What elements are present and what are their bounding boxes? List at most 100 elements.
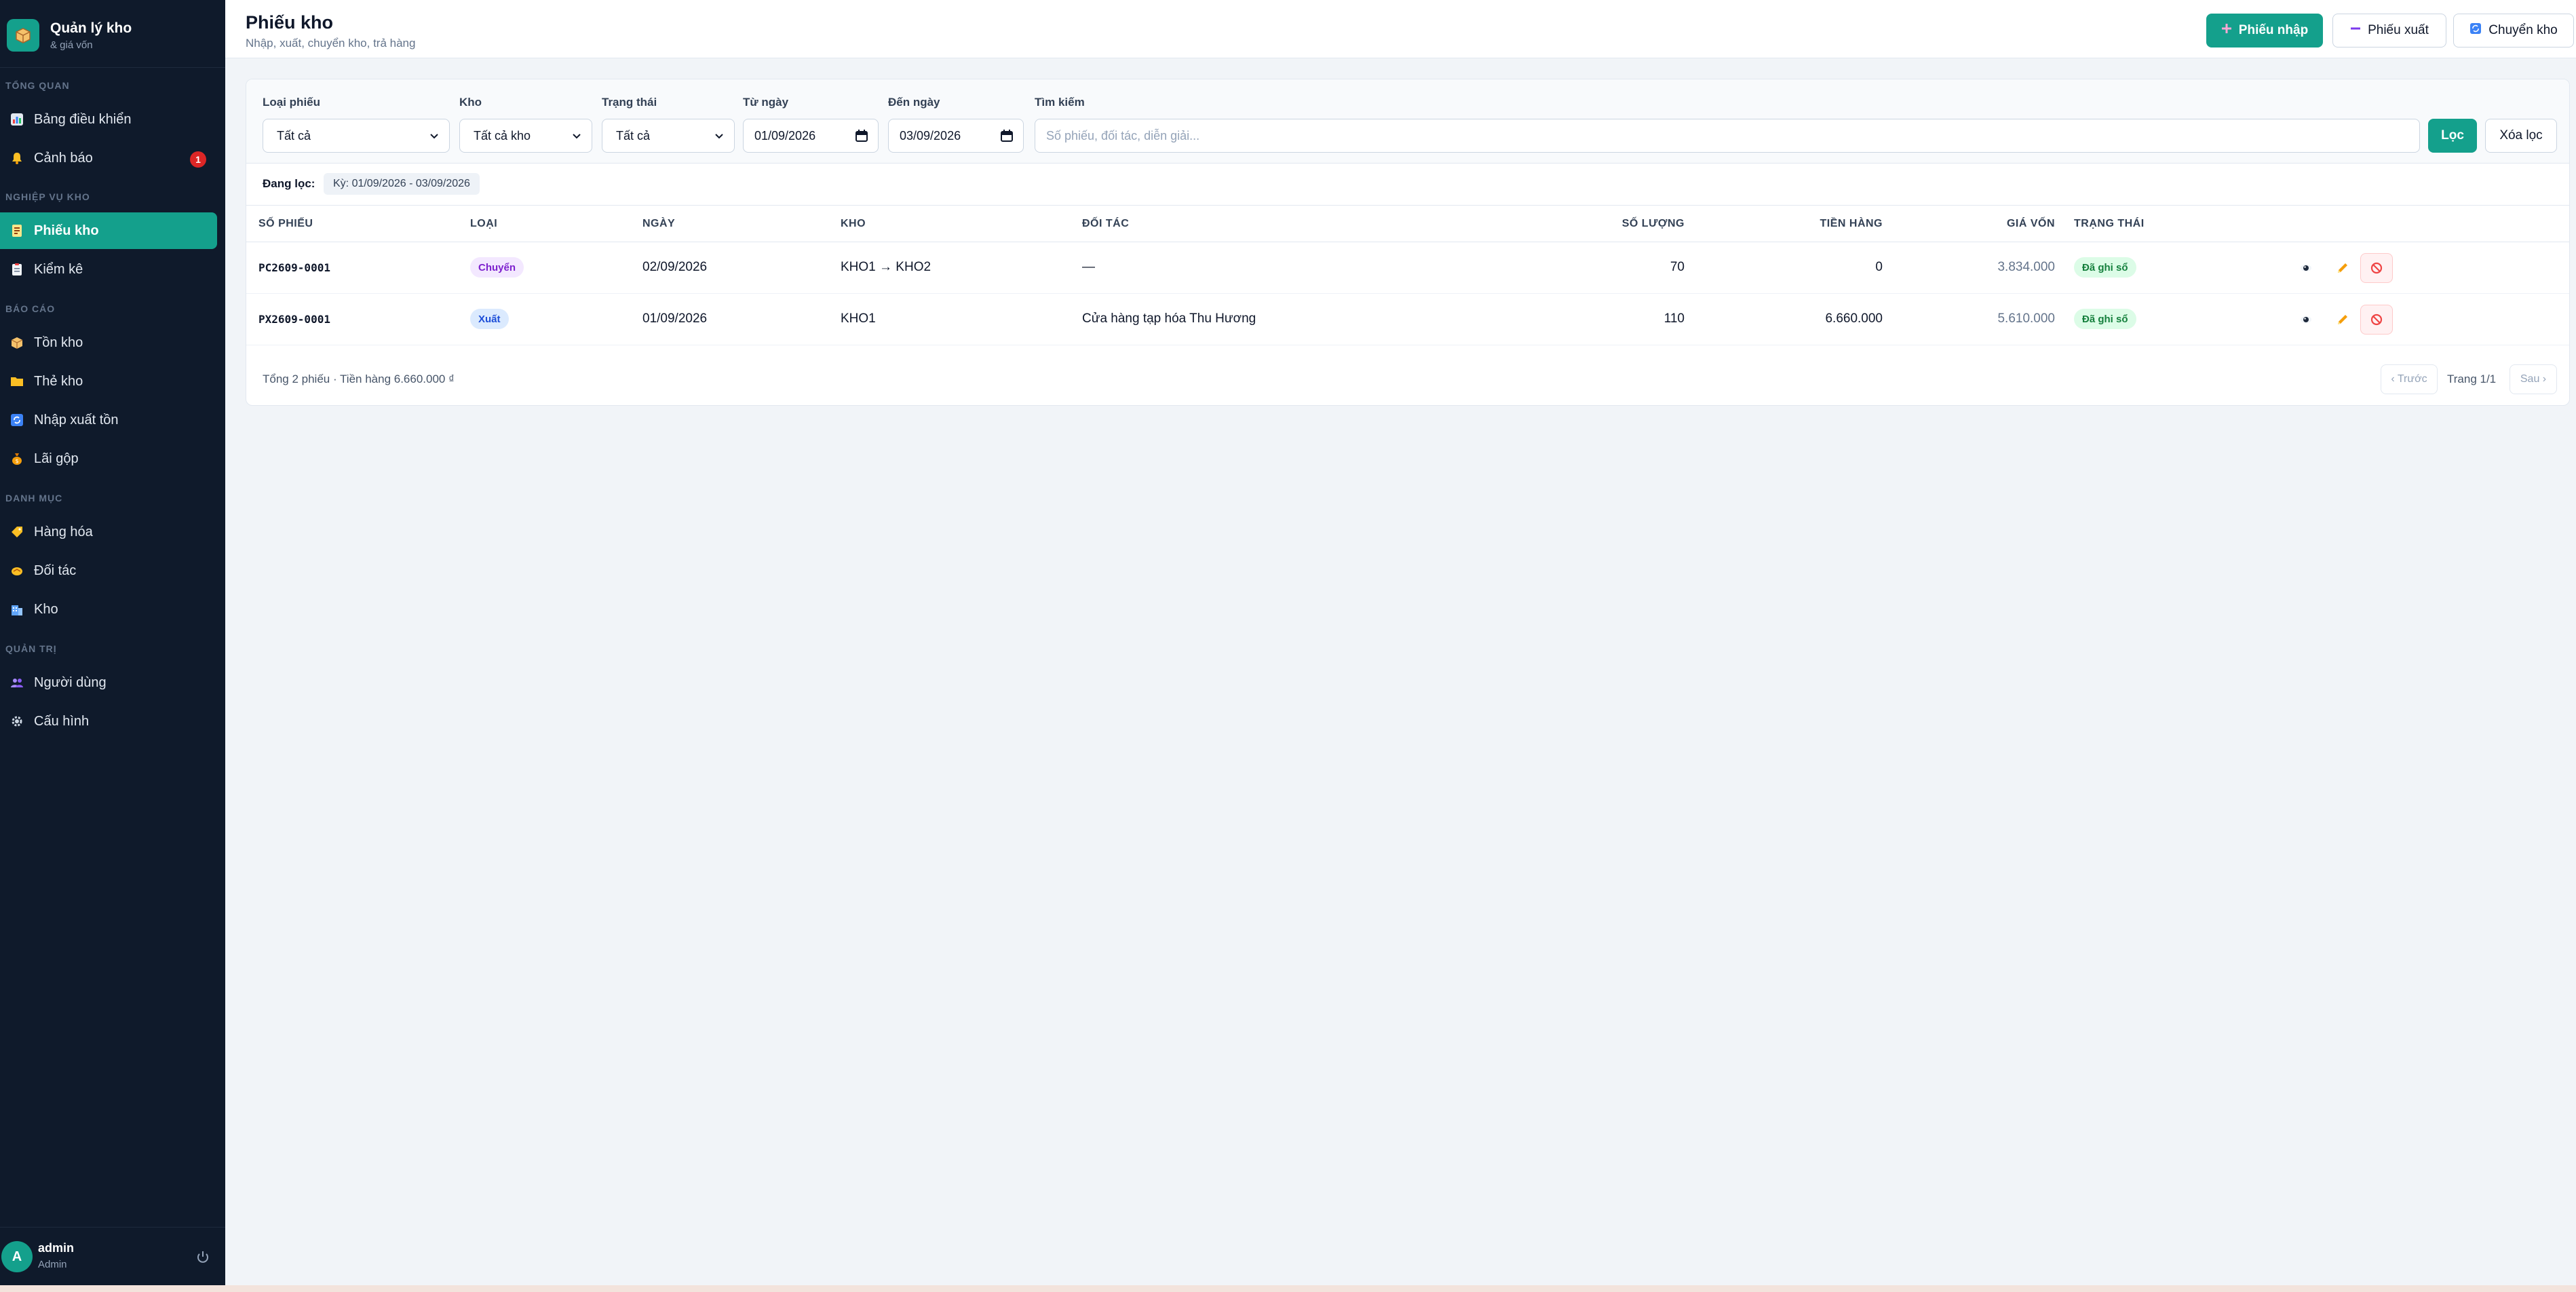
- sidebar-item-label: Cấu hình: [34, 713, 90, 729]
- warehouse-filter-value: Tất cả kho: [474, 128, 531, 142]
- to-date-input[interactable]: 03/09/2026: [888, 119, 1024, 153]
- user-role: Admin: [38, 1259, 67, 1270]
- logout-icon[interactable]: [195, 1249, 210, 1264]
- voucher-code[interactable]: PX2609-0001: [258, 313, 330, 326]
- sidebar-item-stock-vouchers[interactable]: Phiếu kho: [0, 212, 217, 249]
- sidebar-item-dashboard[interactable]: Bảng điều khiển: [0, 101, 217, 138]
- apply-filter-button[interactable]: Lọc: [2428, 119, 2477, 153]
- edit-icon[interactable]: [2330, 256, 2355, 280]
- voucher-partner: —: [1082, 260, 1095, 274]
- col-header: ĐỐI TÁC: [1082, 218, 1130, 229]
- box-icon: [9, 335, 24, 350]
- voucher-qty: 110: [1664, 311, 1685, 326]
- brand-title: Quản lý kho: [50, 20, 132, 36]
- sidebar-item-partners[interactable]: Đối tác: [0, 552, 217, 589]
- view-icon[interactable]: [2294, 307, 2318, 332]
- section-label-catalog: DANH MỤC: [5, 493, 63, 504]
- warehouse-filter-label: Kho: [459, 96, 482, 109]
- new-import-label: Phiếu nhập: [2238, 23, 2309, 37]
- sidebar: Quản lý kho & giá vốn TỔNG QUAN Bảng điề…: [0, 0, 225, 1285]
- sidebar-item-users[interactable]: Người dùng: [0, 664, 217, 701]
- sidebar-item-stock-card[interactable]: Thẻ kho: [0, 363, 217, 400]
- sidebar-item-in-out-balance[interactable]: Nhập xuất tồn: [0, 402, 217, 438]
- new-export-label: Phiếu xuất: [2368, 23, 2429, 37]
- sidebar-item-products[interactable]: Hàng hóa: [0, 514, 217, 550]
- next-page-button[interactable]: Sau ›: [2510, 364, 2557, 394]
- voucher-amount: 6.660.000: [1825, 311, 1883, 326]
- chevron-down-icon: [430, 134, 438, 139]
- warehouse-filter-select[interactable]: Tất cả kho: [459, 119, 592, 153]
- sidebar-item-label: Nhập xuất tồn: [34, 412, 119, 428]
- col-header: KHO: [841, 218, 866, 229]
- page-header: Phiếu kho Nhập, xuất, chuyển kho, trả hà…: [225, 0, 2576, 58]
- sidebar-item-label: Bảng điều khiển: [34, 111, 132, 127]
- brand-subtitle: & giá vốn: [50, 39, 93, 51]
- search-input[interactable]: Số phiếu, đối tác, diễn giải...: [1035, 119, 2420, 153]
- col-header: TRẠNG THÁI: [2074, 218, 2145, 229]
- sidebar-item-inventory-check[interactable]: Kiểm kê: [0, 251, 217, 288]
- avatar: A: [1, 1241, 33, 1272]
- search-label: Tìm kiếm: [1035, 96, 1085, 109]
- voucher-date: 01/09/2026: [642, 311, 708, 326]
- sidebar-item-settings[interactable]: Cấu hình: [0, 703, 217, 740]
- table-row[interactable]: PX2609-0001 Xuất 01/09/2026 KHO1 Cửa hàn…: [246, 294, 2569, 345]
- plus-icon: [2221, 23, 2232, 38]
- status-badge: Đã ghi sổ: [2074, 309, 2136, 329]
- clear-filter-button[interactable]: Xóa lọc: [2485, 119, 2557, 153]
- sidebar-item-label: Thẻ kho: [34, 373, 83, 389]
- status-filter-select[interactable]: Tất cả: [602, 119, 735, 153]
- sidebar-item-label: Kiểm kê: [34, 261, 83, 277]
- sidebar-item-label: Đối tác: [34, 563, 77, 578]
- col-header: SỐ PHIẾU: [258, 218, 313, 229]
- chevron-down-icon: [715, 134, 723, 139]
- calendar-icon[interactable]: [1000, 129, 1014, 142]
- active-filters-label: Đang lọc:: [263, 177, 315, 190]
- from-date-label: Từ ngày: [743, 96, 789, 109]
- calendar-icon[interactable]: [855, 129, 868, 142]
- user-profile: A admin Admin: [0, 1227, 225, 1285]
- tag-icon: [9, 525, 24, 539]
- col-header: LOẠI: [470, 218, 498, 229]
- table-row[interactable]: PC2609-0001 Chuyển 02/09/2026 KHO1 → KHO…: [246, 242, 2569, 294]
- col-header: SỐ LƯỢNG: [1621, 218, 1685, 229]
- page-title: Phiếu kho: [246, 12, 334, 33]
- transfer-icon: [2469, 22, 2482, 39]
- sidebar-item-warehouses[interactable]: Kho: [0, 591, 217, 628]
- page-indicator: Trang 1/1: [2447, 373, 2497, 385]
- status-badge: Đã ghi sổ: [2074, 257, 2136, 278]
- user-name: admin: [38, 1241, 75, 1255]
- active-filter-chip[interactable]: Kỳ: 01/09/2026 - 03/09/2026: [324, 173, 480, 195]
- section-label-admin: QUẢN TRỊ: [5, 643, 57, 654]
- edit-icon[interactable]: [2330, 307, 2355, 332]
- folder-icon: [9, 374, 24, 389]
- status-filter-label: Trạng thái: [602, 96, 657, 109]
- voucher-partner: Cửa hàng tạp hóa Thu Hương: [1082, 311, 1256, 326]
- sidebar-item-label: Người dùng: [34, 674, 107, 690]
- from-date-input[interactable]: 01/09/2026: [743, 119, 879, 153]
- cancel-voucher-icon[interactable]: [2360, 305, 2393, 335]
- new-import-button[interactable]: Phiếu nhập: [2206, 14, 2323, 48]
- bell-icon: [9, 151, 24, 166]
- new-transfer-button[interactable]: Chuyển kho: [2453, 14, 2574, 48]
- new-export-button[interactable]: Phiếu xuất: [2332, 14, 2446, 48]
- voucher-warehouse: KHO1 → KHO2: [841, 260, 931, 274]
- vouchers-card: Loại phiếu Tất cả Kho Tất cả kho Trạng t…: [246, 79, 2570, 406]
- cancel-voucher-icon[interactable]: [2360, 253, 2393, 283]
- prev-page-button[interactable]: ‹ Trước: [2381, 364, 2438, 394]
- col-header: TIỀN HÀNG: [1820, 218, 1883, 229]
- handshake-icon: [9, 563, 24, 578]
- sidebar-item-label: Hàng hóa: [34, 524, 93, 539]
- to-date-label: Đến ngày: [888, 96, 940, 109]
- view-icon[interactable]: [2294, 256, 2318, 280]
- voucher-warehouse: KHO1: [841, 311, 876, 326]
- sidebar-item-gross-profit[interactable]: $ Lãi gộp: [0, 440, 217, 477]
- section-label-overview: TỔNG QUAN: [5, 80, 70, 91]
- minus-icon: [2350, 23, 2361, 38]
- sidebar-item-stock-on-hand[interactable]: Tồn kho: [0, 324, 217, 361]
- table-footer: Tổng 2 phiếu · Tiền hàng 6.660.000 ₫ ‹ T…: [246, 352, 2569, 406]
- voucher-amount: 0: [1875, 260, 1883, 274]
- type-filter-select[interactable]: Tất cả: [263, 119, 450, 153]
- voucher-code[interactable]: PC2609-0001: [258, 261, 330, 274]
- section-label-operations: NGHIỆP VỤ KHO: [5, 191, 90, 202]
- sidebar-item-alerts[interactable]: Cảnh báo 1: [0, 140, 217, 176]
